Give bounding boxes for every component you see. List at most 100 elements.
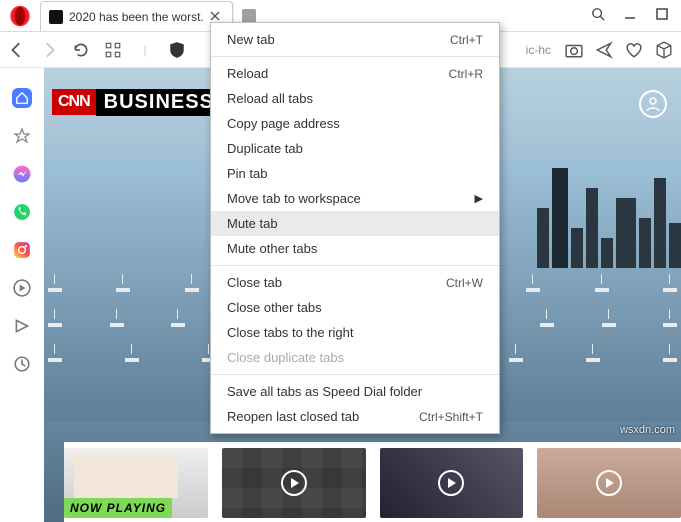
camera-icon	[565, 41, 583, 59]
menu-item-label: Close duplicate tabs	[227, 350, 344, 365]
heart-button[interactable]	[625, 41, 643, 59]
now-playing-badge: NOW PLAYING	[64, 498, 172, 518]
sidebar-home[interactable]	[12, 88, 32, 108]
sidebar-bookmarks[interactable]	[12, 126, 32, 146]
menu-item-label: Save all tabs as Speed Dial folder	[227, 384, 422, 399]
play-icon	[596, 470, 622, 496]
sidebar-history[interactable]	[12, 354, 32, 374]
snapshot-button[interactable]	[565, 41, 583, 59]
sidebar-player[interactable]	[12, 278, 32, 298]
window-controls	[579, 0, 681, 31]
forward-button[interactable]	[40, 41, 58, 59]
opera-logo-icon	[9, 5, 31, 27]
menu-item-label: Reload	[227, 66, 268, 81]
toolbar-right	[565, 41, 673, 59]
thumbnail[interactable]	[380, 448, 524, 518]
user-icon	[645, 96, 661, 112]
menu-item-label: Pin tab	[227, 166, 267, 181]
search-icon	[591, 7, 605, 21]
maximize-button[interactable]	[655, 7, 669, 24]
menu-item[interactable]: Reload all tabs	[211, 86, 499, 111]
menu-item-label: Reload all tabs	[227, 91, 313, 106]
chevron-right-icon	[40, 41, 58, 59]
back-button[interactable]	[8, 41, 26, 59]
reload-button[interactable]	[72, 41, 90, 59]
sidebar-messenger[interactable]	[12, 164, 32, 184]
minimize-button[interactable]	[623, 7, 637, 24]
submenu-arrow-icon: ▶	[475, 192, 483, 205]
shield-icon	[168, 41, 186, 59]
account-button[interactable]	[639, 90, 667, 118]
separator: |	[136, 41, 154, 59]
menu-item[interactable]: New tab Ctrl+T	[211, 27, 499, 52]
menu-item[interactable]: Save all tabs as Speed Dial folder	[211, 379, 499, 404]
menu-item-label: Move tab to workspace	[227, 191, 361, 206]
menu-item[interactable]: Duplicate tab	[211, 136, 499, 161]
opera-menu-button[interactable]	[0, 0, 40, 31]
tab-label: 2020 has been the worst.	[69, 10, 204, 24]
close-icon	[210, 11, 220, 21]
whatsapp-icon	[13, 203, 31, 221]
extensions-button[interactable]	[655, 41, 673, 59]
sidebar	[0, 68, 44, 522]
cnn-business-banner: CNN BUSINESS	[52, 86, 222, 118]
menu-separator	[211, 56, 499, 57]
url-fragment: ic-hc	[526, 43, 551, 57]
menu-separator	[211, 374, 499, 375]
menu-separator	[211, 265, 499, 266]
favicon-icon	[49, 10, 63, 24]
speed-dial-button[interactable]	[104, 41, 122, 59]
menu-item[interactable]: Reopen last closed tabCtrl+Shift+T	[211, 404, 499, 429]
video-thumbnails: NOW PLAYING	[64, 442, 681, 522]
menu-item[interactable]: Reload Ctrl+R	[211, 61, 499, 86]
home-icon	[15, 91, 29, 105]
menu-item[interactable]: Mute other tabs	[211, 236, 499, 261]
menu-item-label: Close tab	[227, 275, 282, 290]
play-icon	[281, 470, 307, 496]
menu-item-label: Close other tabs	[227, 300, 322, 315]
menu-item-label: New tab	[227, 32, 275, 47]
menu-item[interactable]: Pin tab	[211, 161, 499, 186]
menu-item[interactable]: Copy page address	[211, 111, 499, 136]
menu-item-label: Copy page address	[227, 116, 340, 131]
triangle-icon	[13, 317, 31, 335]
tab-active[interactable]: 2020 has been the worst.	[40, 1, 233, 31]
menu-item[interactable]: Mute tab	[211, 211, 499, 236]
sidebar-flow[interactable]	[12, 316, 32, 336]
cube-icon	[655, 41, 673, 59]
menu-shortcut: Ctrl+T	[450, 33, 483, 47]
messenger-icon	[13, 165, 31, 183]
grid-icon	[104, 41, 122, 59]
send-button[interactable]	[595, 41, 613, 59]
shield-button[interactable]	[168, 41, 186, 59]
play-icon	[438, 470, 464, 496]
star-icon	[14, 128, 30, 144]
menu-item[interactable]: Close tabs to the right	[211, 320, 499, 345]
thumbnail[interactable]: NOW PLAYING	[64, 448, 208, 518]
menu-item-label: Mute tab	[227, 216, 278, 231]
menu-item[interactable]: Close other tabs	[211, 295, 499, 320]
business-logo: BUSINESS	[96, 89, 222, 116]
clock-icon	[13, 355, 31, 373]
menu-shortcut: Ctrl+W	[446, 276, 483, 290]
heart-icon	[625, 41, 643, 59]
menu-item[interactable]: Close tab Ctrl+W	[211, 270, 499, 295]
search-button[interactable]	[591, 7, 605, 24]
chevron-left-icon	[8, 41, 26, 59]
sidebar-instagram[interactable]	[12, 240, 32, 260]
cnn-logo: CNN	[52, 89, 96, 115]
thumbnail[interactable]	[537, 448, 681, 518]
instagram-icon	[13, 241, 31, 259]
menu-item-label: Close tabs to the right	[227, 325, 353, 340]
menu-item[interactable]: Move tab to workspace ▶	[211, 186, 499, 211]
menu-shortcut: Ctrl+Shift+T	[419, 410, 483, 424]
send-icon	[595, 41, 613, 59]
menu-shortcut: Ctrl+R	[449, 67, 483, 81]
thumbnail[interactable]	[222, 448, 366, 518]
sidebar-whatsapp[interactable]	[12, 202, 32, 222]
menu-item-label: Mute other tabs	[227, 241, 317, 256]
watermark: wsxdn.com	[620, 424, 675, 436]
favicon-icon	[242, 9, 256, 23]
minimize-icon	[623, 7, 637, 21]
play-circle-icon	[13, 279, 31, 297]
